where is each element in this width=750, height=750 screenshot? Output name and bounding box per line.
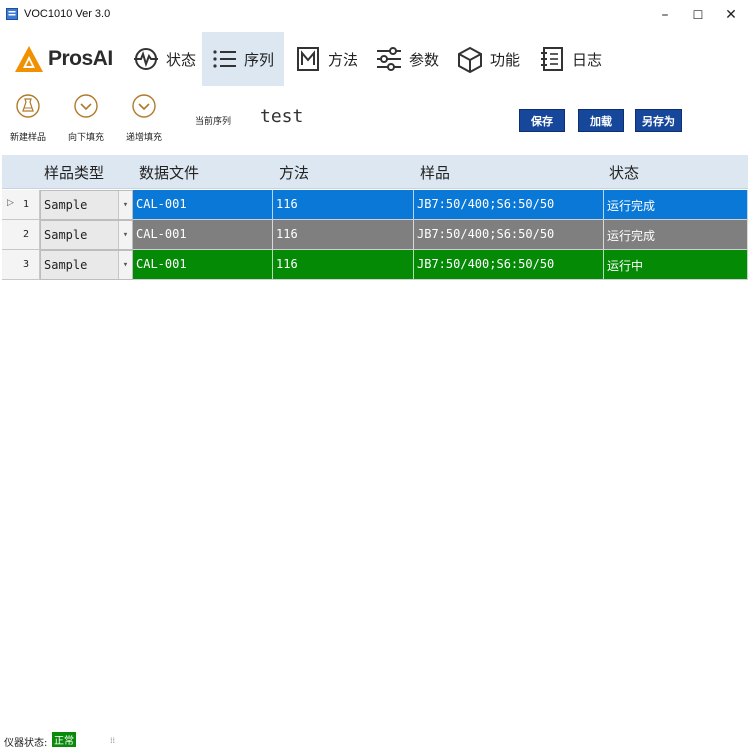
- row-number: 1: [23, 199, 30, 210]
- chevron-down-icon[interactable]: ▾: [118, 251, 132, 279]
- tab-log-label: 日志: [572, 50, 603, 69]
- current-sequence-label: 当前序列: [195, 117, 232, 127]
- row-header[interactable]: ▷ 1: [2, 190, 40, 220]
- fill-down-button[interactable]: 向下填充: [68, 94, 104, 143]
- data-file-cell[interactable]: CAL-001: [133, 220, 273, 250]
- tab-functions-label: 功能: [490, 50, 521, 69]
- row-header[interactable]: 3: [2, 250, 40, 280]
- sample-type-value: Sample: [44, 258, 88, 272]
- row-number: 2: [23, 229, 30, 240]
- close-button[interactable]: ✕: [716, 4, 746, 26]
- increment-fill-button[interactable]: 递增填充: [126, 94, 162, 143]
- tab-log[interactable]: 日志: [530, 32, 610, 86]
- tab-status-label: 状态: [166, 50, 197, 69]
- heartbeat-icon: [134, 48, 158, 70]
- tab-sequence[interactable]: 序列: [202, 32, 284, 86]
- table-header: 样品类型 数据文件 方法 样品 状态: [2, 155, 748, 189]
- column-header-status[interactable]: 状态: [609, 162, 639, 183]
- sequence-toolbar: 新建样品 向下填充 递增填充 当前序列 test 保存 加载 另存为: [0, 90, 750, 150]
- chevron-down-icon[interactable]: ▾: [118, 221, 132, 249]
- sample-type-select[interactable]: Sample ▾: [40, 250, 133, 280]
- status-cell[interactable]: 运行中: [604, 250, 748, 280]
- new-sample-label: 新建样品: [10, 133, 47, 143]
- status-cell[interactable]: 运行完成: [604, 220, 748, 250]
- tab-parameters[interactable]: 参数: [367, 32, 447, 86]
- method-cell[interactable]: 116: [273, 220, 414, 250]
- chevron-down-circle-icon: [74, 94, 98, 118]
- sliders-icon: [377, 47, 401, 71]
- tab-parameters-label: 参数: [409, 50, 440, 69]
- sample-type-value: Sample: [44, 198, 88, 212]
- increment-fill-label: 递增填充: [126, 133, 163, 143]
- sample-type-value: Sample: [44, 228, 88, 242]
- column-header-method[interactable]: 方法: [279, 162, 309, 183]
- data-file-cell[interactable]: CAL-001: [133, 250, 273, 280]
- title-bar: VOC1010 Ver 3.0 – ☐ ✕: [0, 0, 750, 30]
- status-cell[interactable]: 运行完成: [604, 190, 748, 220]
- column-header-data-file[interactable]: 数据文件: [139, 162, 199, 183]
- tab-method[interactable]: 方法: [286, 32, 366, 86]
- maximize-button[interactable]: ☐: [683, 4, 713, 26]
- log-icon: [541, 47, 563, 71]
- app-icon: [6, 8, 18, 20]
- tab-functions[interactable]: 功能: [448, 32, 528, 86]
- row-header[interactable]: 2: [2, 220, 40, 250]
- sample-type-select[interactable]: Sample ▾: [40, 220, 133, 250]
- m-box-icon: [297, 47, 319, 71]
- brand-logo: ProsAI: [14, 42, 113, 76]
- sample-cell[interactable]: JB7:50/400;S6:50/50: [414, 190, 604, 220]
- load-button[interactable]: 加载: [578, 109, 624, 132]
- new-sample-button[interactable]: 新建样品: [10, 94, 46, 143]
- minimize-button[interactable]: –: [650, 4, 680, 26]
- current-sequence-value: test: [260, 106, 304, 127]
- table-row[interactable]: 3 Sample ▾ CAL-001 116 JB7:50/400;S6:50/…: [2, 250, 748, 280]
- instrument-status-badge: 正常: [52, 732, 76, 747]
- method-cell[interactable]: 116: [273, 190, 414, 220]
- sample-cell[interactable]: JB7:50/400;S6:50/50: [414, 220, 604, 250]
- sample-type-select[interactable]: Sample ▾: [40, 190, 133, 220]
- table-row[interactable]: ▷ 1 Sample ▾ CAL-001 116 JB7:50/400;S6:5…: [2, 190, 748, 220]
- tab-status[interactable]: 状态: [124, 32, 204, 86]
- column-header-sample-type[interactable]: 样品类型: [44, 162, 104, 183]
- current-row-indicator-icon: ▷: [7, 198, 14, 208]
- save-button[interactable]: 保存: [519, 109, 565, 132]
- chevron-down-icon[interactable]: ▾: [118, 191, 132, 219]
- prosai-logo-icon: [15, 46, 43, 72]
- instrument-status-label: 仪器状态:: [4, 738, 48, 749]
- window-title: VOC1010 Ver 3.0: [24, 8, 111, 20]
- tab-sequence-label: 序列: [244, 50, 275, 69]
- brand-name: ProsAI: [48, 47, 113, 70]
- main-nav: ProsAI 状态 序列 方法 参数 功能 日志: [0, 32, 750, 86]
- fill-down-label: 向下填充: [68, 133, 105, 143]
- chevron-down-circle-icon: [132, 94, 156, 118]
- cube-icon: [458, 46, 482, 73]
- resize-grip-icon[interactable]: ⁞⁞: [110, 736, 115, 745]
- save-as-button[interactable]: 另存为: [635, 109, 682, 132]
- column-header-sample[interactable]: 样品: [420, 162, 450, 183]
- flask-icon: [16, 94, 40, 118]
- tab-method-label: 方法: [328, 50, 359, 69]
- table-row[interactable]: 2 Sample ▾ CAL-001 116 JB7:50/400;S6:50/…: [2, 220, 748, 250]
- sample-cell[interactable]: JB7:50/400;S6:50/50: [414, 250, 604, 280]
- row-number: 3: [23, 259, 30, 270]
- status-bar: 仪器状态: 正常 ⁞⁞: [0, 730, 750, 750]
- list-icon: [213, 50, 236, 68]
- data-file-cell[interactable]: CAL-001: [133, 190, 273, 220]
- method-cell[interactable]: 116: [273, 250, 414, 280]
